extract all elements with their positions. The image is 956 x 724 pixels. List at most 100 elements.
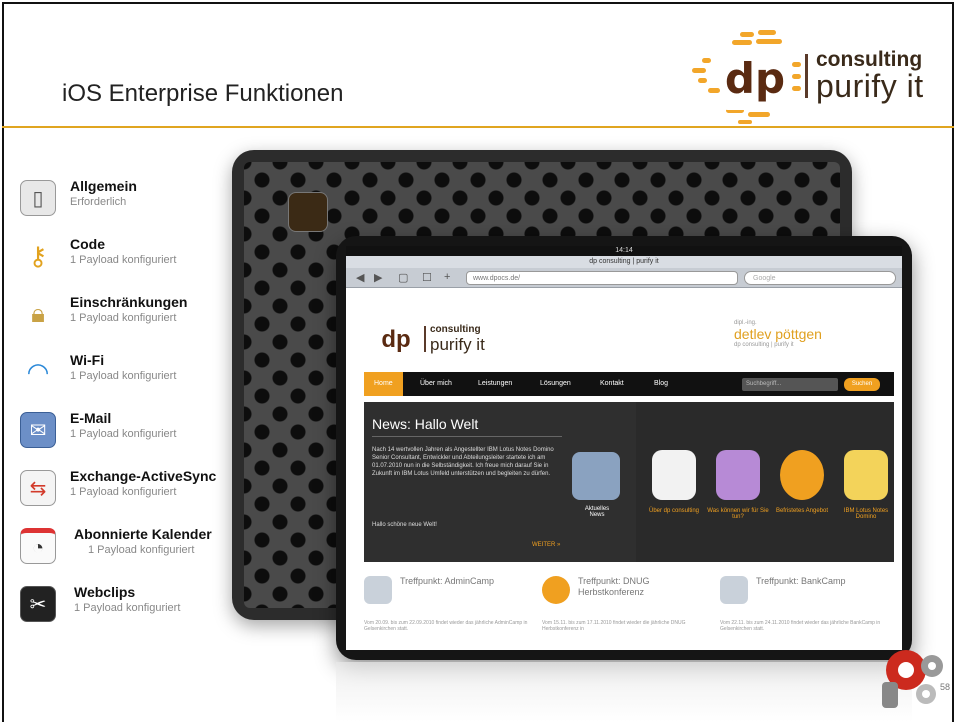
- setting-einschraenkungen[interactable]: 🔒︎ Einschränkungen 1 Payload konfigurier…: [18, 294, 238, 344]
- slide-title: iOS Enterprise Funktionen: [62, 80, 344, 107]
- setting-name: Allgemein: [70, 178, 137, 194]
- site-search-button[interactable]: Suchen: [844, 378, 880, 391]
- event-text: Vom 20.09. bis zum 22.09.2010 findet wie…: [364, 620, 528, 632]
- setting-status: 1 Payload konfiguriert: [88, 544, 195, 556]
- wifi-icon: ◠: [26, 356, 50, 387]
- logo-dot: [756, 39, 782, 44]
- setting-email[interactable]: ✉ E-Mail 1 Payload konfiguriert: [18, 410, 238, 460]
- back-icon[interactable]: ◀: [356, 271, 364, 284]
- nav-blog[interactable]: Blog: [654, 372, 668, 396]
- logo-word-purify: purify it: [816, 68, 924, 104]
- tile-leistungen[interactable]: Was können wir für Sie tun?: [706, 402, 770, 562]
- logo-dot: [698, 78, 707, 83]
- setting-exchange-activesync[interactable]: ⇆ Exchange-ActiveSync 1 Payload konfigur…: [18, 468, 238, 518]
- news-icon-caption: Aktuelles News: [584, 506, 610, 518]
- nav-loesungen[interactable]: Lösungen: [540, 372, 571, 396]
- tile-caption: Über dp consulting: [648, 508, 700, 514]
- logo-dot: [738, 120, 752, 124]
- news-title: News: Hallo Welt: [372, 416, 479, 432]
- setting-status: 1 Payload konfiguriert: [70, 254, 177, 266]
- webclip-icon: ✂: [20, 586, 56, 622]
- setting-webclips[interactable]: ✂ Webclips 1 Payload konfiguriert: [18, 584, 238, 634]
- tile-caption: Was können wir für Sie tun?: [707, 508, 769, 520]
- setting-status: 1 Payload konfiguriert: [70, 486, 177, 498]
- event-text: Vom 22.11. bis zum 24.11.2010 findet wie…: [720, 620, 881, 632]
- sync-icon: ⇆: [20, 470, 56, 506]
- site-logo-mark: dp: [381, 326, 411, 353]
- setting-name: E-Mail: [70, 410, 112, 426]
- setting-name: Einschränkungen: [70, 294, 188, 310]
- event-icon: [364, 576, 392, 604]
- event-admincamp[interactable]: Treffpunkt: AdminCamp Vom 20.09. bis zum…: [364, 572, 540, 642]
- browser-toolbar: ◀ ▶ ▢ ☐ + www.dpocs.de/ Google: [346, 268, 902, 288]
- pages-icon[interactable]: ▢: [398, 271, 408, 284]
- calendar-icon: ◔: [20, 528, 56, 564]
- owner-name: detlev pöttgen: [734, 326, 822, 342]
- nav-home[interactable]: Home: [364, 372, 403, 396]
- setting-status: 1 Payload konfiguriert: [70, 312, 177, 324]
- site-logo[interactable]: dp consulting purify it: [368, 318, 508, 362]
- event-dnug[interactable]: Treffpunkt: DNUG Herbstkonferenz Vom 15.…: [542, 572, 718, 642]
- logo-dot: [748, 112, 770, 117]
- setting-abonnierte-kalender[interactable]: ◔ Abonnierte Kalender 1 Payload konfigur…: [18, 526, 238, 576]
- tile-notes[interactable]: IBM Lotus Notes Domino: [834, 402, 898, 562]
- add-icon[interactable]: +: [444, 271, 450, 283]
- tile-caption: IBM Lotus Notes Domino: [843, 508, 889, 520]
- page-number: 58: [940, 682, 951, 692]
- setting-status: Erforderlich: [70, 196, 127, 208]
- tile-angebot[interactable]: Befristetes Angebot: [770, 402, 834, 562]
- person-icon: [652, 450, 696, 500]
- notes-icon: [844, 450, 888, 500]
- slide-header: iOS Enterprise Funktionen dp consulting …: [0, 0, 956, 128]
- setting-allgemein[interactable]: ▯ Allgemein Erforderlich: [18, 178, 238, 228]
- event-icon: [720, 576, 748, 604]
- ipad-front-device: 14:14 dp consulting | purify it ◀ ▶ ▢ ☐ …: [336, 236, 912, 660]
- logo-dot: [740, 32, 754, 37]
- event-title: Treffpunkt: AdminCamp: [400, 576, 495, 586]
- ipad-reflection: [336, 662, 912, 722]
- setting-status: 1 Payload konfiguriert: [70, 370, 177, 382]
- news-more-link[interactable]: WEITER »: [532, 542, 560, 548]
- header-divider: [2, 126, 954, 128]
- setting-name: Wi-Fi: [70, 352, 105, 368]
- company-logo: dp consulting purify it: [688, 28, 928, 124]
- setting-status: 1 Payload konfiguriert: [70, 428, 177, 440]
- search-field[interactable]: Google: [744, 271, 896, 285]
- slide: iOS Enterprise Funktionen dp consulting …: [0, 0, 956, 724]
- setting-name: Exchange-ActiveSync: [70, 468, 217, 484]
- key-icon: ⚷: [28, 240, 48, 271]
- events-section: Treffpunkt: AdminCamp Vom 20.09. bis zum…: [364, 572, 894, 642]
- tile-ueber[interactable]: Über dp consulting: [642, 402, 706, 562]
- logo-dot: [792, 62, 801, 67]
- news-icon[interactable]: [572, 452, 620, 500]
- site-search-input[interactable]: Suchbegriff...: [742, 378, 838, 391]
- mail-icon: ✉: [20, 412, 56, 448]
- logo-dot: [702, 58, 711, 63]
- logo-dot: [708, 88, 720, 93]
- homescreen-app-icon[interactable]: [288, 192, 328, 232]
- nav-leistungen[interactable]: Leistungen: [478, 372, 512, 396]
- nav-kontakt[interactable]: Kontakt: [600, 372, 624, 396]
- tile-caption: Befristetes Angebot: [775, 508, 829, 514]
- logo-mark: dp: [720, 50, 790, 110]
- setting-code[interactable]: ⚷ Code 1 Payload konfiguriert: [18, 236, 238, 286]
- nav-ueber-mich[interactable]: Über mich: [420, 372, 452, 396]
- news-panel: News: Hallo Welt Nach 14 wertvollen Jahr…: [364, 402, 636, 562]
- lock-panel-icon: ▯: [20, 180, 56, 216]
- site-logo-divider: [424, 326, 426, 352]
- logo-dot: [792, 86, 801, 91]
- status-bar-time: 14:14: [346, 246, 902, 256]
- site-owner-block: dipl.-ing. detlev pöttgen dp consulting …: [734, 320, 874, 348]
- logo-dot: [692, 68, 706, 73]
- bookmarks-icon[interactable]: ☐: [422, 271, 432, 284]
- flask-icon: [716, 450, 760, 500]
- news-greeting: Hallo schöne neue Welt!: [372, 522, 437, 528]
- news-text: Nach 14 wertvollen Jahren als Angestellt…: [372, 447, 554, 477]
- setting-wifi[interactable]: ◠ Wi-Fi 1 Payload konfiguriert: [18, 352, 238, 402]
- address-bar[interactable]: www.dpocs.de/: [466, 271, 738, 285]
- forward-icon[interactable]: ▶: [374, 271, 382, 284]
- setting-name: Code: [70, 236, 105, 252]
- event-title: Treffpunkt: DNUG Herbstkonferenz: [578, 576, 650, 597]
- event-bankcamp[interactable]: Treffpunkt: BankCamp Vom 22.11. bis zum …: [720, 572, 896, 642]
- event-icon: [542, 576, 570, 604]
